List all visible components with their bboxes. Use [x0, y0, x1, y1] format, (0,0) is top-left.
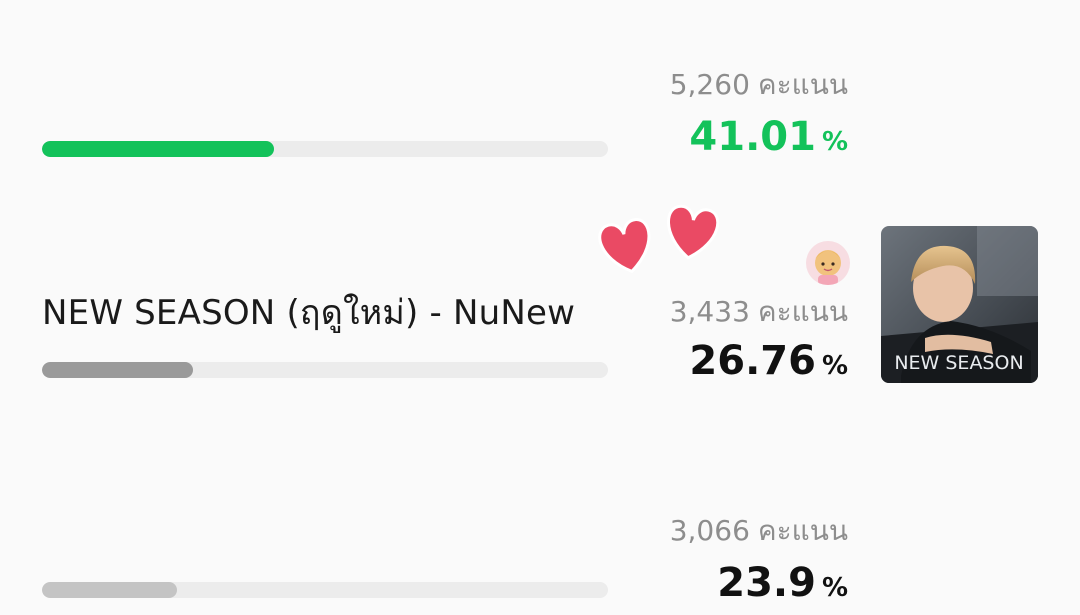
vote-score: 3,433 คะแนน [669, 295, 848, 328]
vote-progress-fill [42, 362, 194, 378]
vote-progress-track [42, 362, 608, 378]
vote-progress-track [42, 582, 608, 598]
vote-progress-fill [42, 582, 178, 598]
song-title: NEW SEASON (ฤดูใหม่) - NuNew [42, 293, 576, 333]
vote-percentage: 41.01% [689, 114, 848, 160]
vote-score: 5,260 คะแนน [669, 68, 848, 101]
vote-progress-track [42, 141, 608, 157]
character-sticker-avatar-icon[interactable] [806, 241, 850, 285]
vote-progress-fill [42, 141, 275, 157]
album-cover-image[interactable]: NEW SEASON [881, 226, 1038, 383]
vote-percentage: 26.76% [689, 338, 848, 384]
album-cover-text: NEW SEASON [894, 352, 1023, 374]
vote-score: 3,066 คะแนน [669, 514, 848, 547]
two-hearts-sticker-icon [596, 200, 726, 280]
